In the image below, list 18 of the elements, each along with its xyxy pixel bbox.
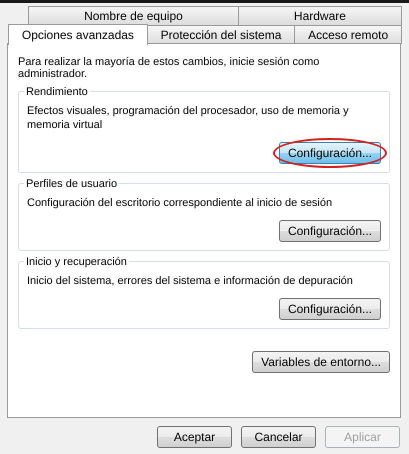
- group-description: Configuración del escritorio correspondiente al inicio de sesión: [27, 196, 334, 210]
- group-title: Rendimiento: [24, 86, 90, 98]
- settings-button[interactable]: Configuración...: [278, 298, 381, 320]
- dialog-button[interactable]: Cancelar: [241, 426, 316, 448]
- info-text: Para realizar la mayoría de estos cambios, inicie sesión como administrador.: [18, 56, 320, 80]
- settings-button[interactable]: Configuración...: [278, 220, 381, 242]
- tab[interactable]: Protección del sistema: [146, 25, 296, 44]
- group-title: Perfiles de usuario: [24, 178, 120, 190]
- group-title: Inicio y recuperación: [24, 256, 129, 268]
- dialog-button[interactable]: Aceptar: [157, 426, 232, 448]
- tab[interactable]: Hardware: [238, 6, 402, 25]
- settings-button[interactable]: Configuración...: [278, 142, 381, 164]
- group-description: Inicio del sistema, errores del sistema e información de depuración: [27, 274, 354, 288]
- group-description: Efectos visuales, programación del procesador, uso de memoria y memoria virtual: [27, 104, 350, 132]
- tab[interactable]: Acceso remoto: [294, 25, 402, 44]
- tab[interactable]: Opciones avanzadas: [8, 24, 148, 45]
- tab[interactable]: Nombre de equipo: [28, 6, 239, 25]
- environment-variables-button[interactable]: Variables de entorno...: [252, 351, 390, 373]
